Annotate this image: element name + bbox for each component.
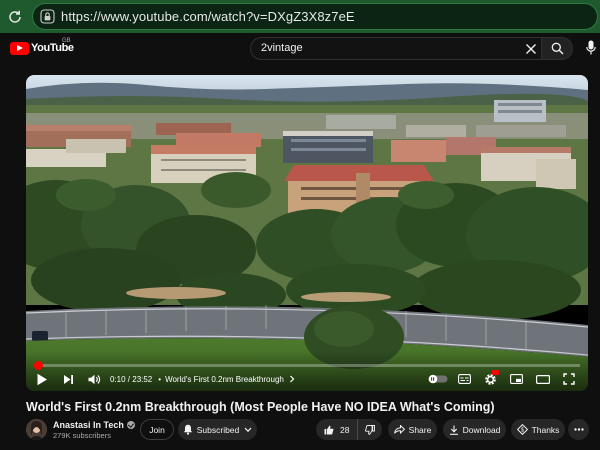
reload-button[interactable] bbox=[4, 6, 26, 28]
progress-scrubber[interactable] bbox=[33, 361, 43, 370]
svg-text:$: $ bbox=[520, 427, 524, 434]
hd-badge bbox=[492, 370, 499, 375]
play-icon bbox=[37, 373, 47, 385]
autoplay-toggle-icon bbox=[428, 374, 448, 384]
like-count: 28 bbox=[340, 424, 350, 435]
theater-icon bbox=[536, 374, 550, 384]
channel-name-text: Anastasi In Tech bbox=[53, 420, 124, 430]
youtube-masthead: YouTube GB 2vintage bbox=[0, 33, 600, 63]
search-query: 2vintage bbox=[261, 42, 303, 54]
like-button[interactable]: 28 bbox=[316, 419, 358, 440]
chapter-title[interactable]: World's First 0.2nm Breakthrough bbox=[165, 375, 284, 384]
mute-button[interactable] bbox=[88, 371, 101, 387]
download-icon bbox=[449, 425, 458, 435]
subtitles-button[interactable] bbox=[458, 371, 471, 387]
subscribed-button[interactable]: Subscribed bbox=[178, 419, 257, 440]
play-button[interactable] bbox=[36, 371, 48, 387]
time-chapter-readout: 0:10 / 23:52 • World's First 0.2nm Break… bbox=[110, 371, 296, 387]
voice-search-button[interactable] bbox=[583, 39, 599, 57]
subtitles-icon bbox=[458, 374, 471, 384]
share-icon bbox=[393, 425, 405, 434]
chevron-down-icon bbox=[244, 427, 252, 432]
fullscreen-button[interactable] bbox=[563, 371, 575, 387]
volume-icon bbox=[88, 374, 101, 384]
mic-icon bbox=[586, 40, 596, 55]
bell-icon bbox=[183, 424, 192, 435]
subscriber-count: 279K subscribers bbox=[53, 431, 111, 440]
search-button[interactable] bbox=[541, 37, 573, 60]
fullscreen-icon bbox=[563, 373, 575, 385]
download-label: Download bbox=[462, 424, 501, 435]
thanks-button[interactable]: $ Thanks bbox=[511, 419, 565, 440]
more-icon bbox=[573, 428, 584, 431]
search-icon bbox=[551, 42, 563, 55]
thumbs-up-icon bbox=[324, 425, 334, 434]
like-dislike-group: 28 bbox=[316, 419, 382, 440]
search-input[interactable]: 2vintage bbox=[250, 37, 542, 60]
subscribed-label: Subscribed bbox=[196, 424, 240, 435]
dislike-button[interactable] bbox=[358, 419, 382, 440]
thanks-icon: $ bbox=[516, 424, 528, 435]
close-icon[interactable] bbox=[523, 41, 539, 57]
next-icon bbox=[64, 374, 73, 384]
channel-name[interactable]: Anastasi In Tech bbox=[53, 420, 135, 430]
url-field[interactable]: https://www.youtube.com/watch?v=DXgZ3X8z… bbox=[32, 3, 598, 30]
avatar[interactable] bbox=[26, 419, 47, 440]
miniplayer-icon bbox=[510, 374, 523, 384]
video-player[interactable]: 0:10 / 23:52 • World's First 0.2nm Break… bbox=[26, 75, 588, 391]
autoplay-toggle[interactable] bbox=[428, 371, 448, 387]
region-code: GB bbox=[62, 38, 71, 44]
youtube-logo-icon bbox=[10, 41, 29, 55]
theater-mode-button[interactable] bbox=[536, 371, 550, 387]
browser-address-bar: https://www.youtube.com/watch?v=DXgZ3X8z… bbox=[0, 0, 600, 33]
join-label: Join bbox=[149, 424, 165, 435]
progress-bar[interactable] bbox=[33, 361, 580, 370]
miniplayer-button[interactable] bbox=[510, 371, 523, 387]
video-title: World's First 0.2nm Breakthrough (Most P… bbox=[26, 400, 495, 414]
thanks-label: Thanks bbox=[531, 424, 560, 435]
lock-icon[interactable] bbox=[40, 9, 55, 24]
verified-icon bbox=[126, 421, 135, 429]
next-button[interactable] bbox=[63, 371, 74, 387]
share-button[interactable]: Share bbox=[388, 419, 437, 440]
chapter-separator: • bbox=[158, 374, 162, 384]
share-label: Share bbox=[408, 424, 432, 435]
settings-button[interactable] bbox=[484, 370, 499, 387]
avatar-image bbox=[26, 419, 47, 440]
reload-icon bbox=[9, 10, 21, 23]
download-button[interactable]: Download bbox=[443, 419, 506, 440]
thumbs-down-icon bbox=[365, 424, 375, 435]
more-actions-button[interactable] bbox=[568, 419, 589, 440]
time-display: 0:10 / 23:52 bbox=[110, 374, 153, 384]
video-frame bbox=[26, 75, 588, 391]
url-text: https://www.youtube.com/watch?v=DXgZ3X8z… bbox=[61, 9, 355, 24]
join-button[interactable]: Join bbox=[140, 419, 174, 440]
chevron-right-icon[interactable] bbox=[288, 375, 296, 383]
